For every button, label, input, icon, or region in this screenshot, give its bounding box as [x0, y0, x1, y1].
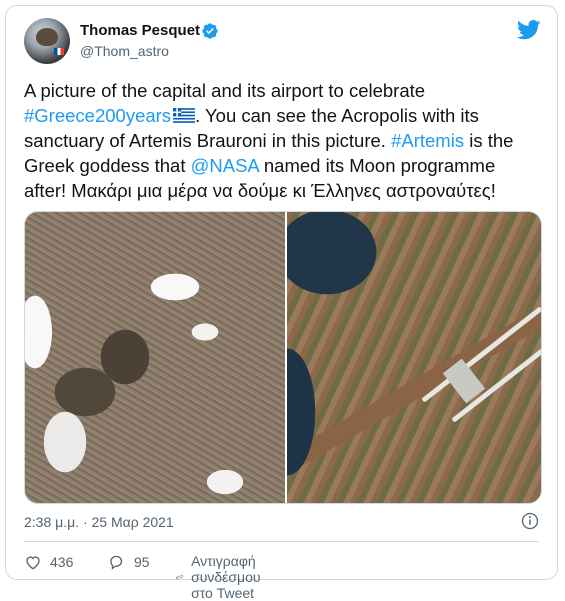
tweet-text-segment: A picture of the capital and its airport… [24, 80, 426, 101]
twitter-bird-icon[interactable] [517, 20, 541, 40]
tweet-timestamp[interactable]: 2:38 μ.μ. · 25 Μαρ 2021 [24, 514, 174, 530]
reply-count: 95 [134, 554, 150, 570]
mention-nasa[interactable]: @NASA [191, 155, 259, 176]
verified-badge-icon [202, 23, 218, 39]
copy-link-action[interactable]: Αντιγραφή συνδέσμου στο Tweet [176, 553, 271, 601]
copy-link-label: Αντιγραφή συνδέσμου στο Tweet [191, 553, 261, 601]
link-icon [176, 574, 183, 580]
avatar-flag-patch [54, 48, 64, 55]
photo-athens-airport[interactable] [285, 212, 541, 503]
reply-action[interactable]: 95 [108, 553, 150, 571]
heart-icon [26, 556, 40, 570]
tweet-card[interactable]: Thomas Pesquet @Thom_astro A picture of … [5, 5, 558, 601]
like-count: 436 [50, 554, 74, 570]
hashtag-greece200years[interactable]: #Greece200years [24, 105, 171, 126]
author-avatar[interactable] [24, 18, 70, 64]
reply-bubble-icon [110, 555, 123, 570]
author-name[interactable]: Thomas Pesquet [80, 22, 200, 39]
hashtag-artemis[interactable]: #Artemis [391, 130, 464, 151]
like-action[interactable]: 436 [24, 553, 73, 571]
divider [24, 541, 539, 542]
tweet-text: A picture of the capital and its airport… [24, 78, 544, 203]
greek-flag-icon [173, 108, 196, 123]
info-icon[interactable] [521, 512, 539, 530]
author-handle[interactable]: @Thom_astro [80, 43, 169, 59]
tweet-media[interactable] [24, 211, 542, 504]
photo-athens-city[interactable] [25, 212, 285, 503]
avatar-helmet-visor [36, 28, 58, 46]
